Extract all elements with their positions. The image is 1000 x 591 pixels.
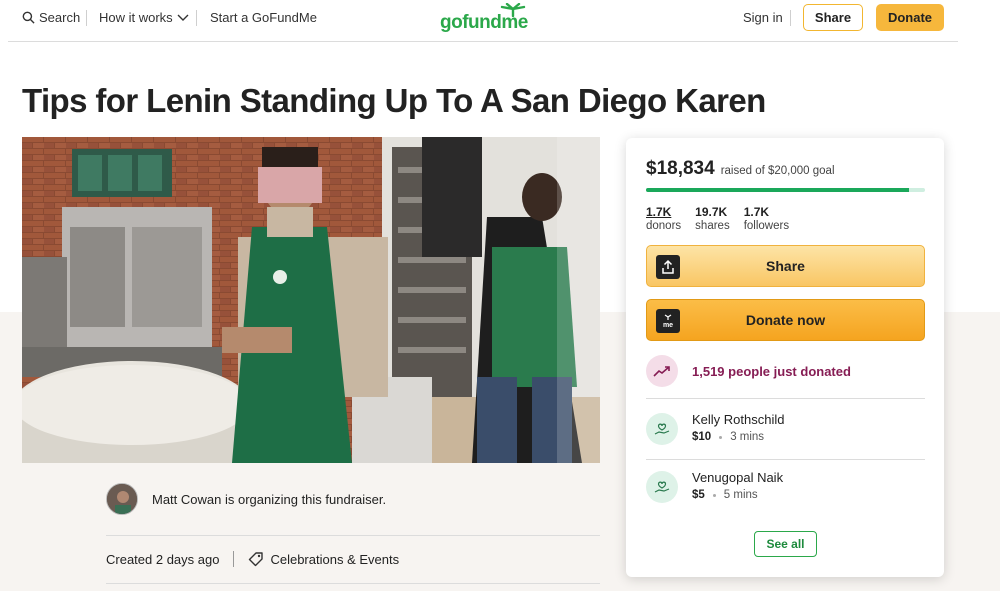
- campaign-meta: Created 2 days ago Celebrations & Events: [106, 551, 399, 567]
- donor-name: Venugopal Naik: [692, 470, 784, 485]
- search-icon: [22, 11, 35, 24]
- donation-card: $18,834 raised of $20,000 goal 1.7K dono…: [626, 138, 944, 577]
- share-button[interactable]: Share: [646, 245, 925, 287]
- donor-heart-hand-icon: [646, 413, 678, 445]
- sign-in-link[interactable]: Sign in: [743, 10, 783, 25]
- donate-icon-text: me: [663, 322, 673, 329]
- how-it-works-menu[interactable]: How it works: [99, 10, 189, 25]
- meta-divider: [233, 551, 235, 567]
- chevron-down-icon: [177, 14, 189, 21]
- donation-amount: $5: [692, 489, 705, 501]
- donation-item: Kelly Rothschild $10 3 mins: [646, 412, 785, 445]
- see-all-label: See all: [766, 537, 805, 551]
- campaign-title: Tips for Lenin Standing Up To A San Dieg…: [22, 82, 766, 119]
- campaign-hero-image[interactable]: [22, 137, 600, 463]
- stat-donors-label: donors: [646, 220, 682, 232]
- top-navigation: Search How it works Start a GoFundMe gof…: [8, 0, 958, 42]
- bullet-dot: [712, 493, 716, 497]
- created-date: Created 2 days ago: [106, 551, 220, 567]
- start-gofundme-link[interactable]: Start a GoFundMe: [210, 10, 317, 25]
- sign-in-label: Sign in: [743, 10, 783, 25]
- nav-divider: [790, 10, 791, 26]
- tag-icon: [249, 552, 264, 567]
- upload-share-icon: [656, 255, 680, 279]
- share-button-label: Share: [766, 258, 805, 274]
- organizer-avatar[interactable]: [106, 483, 138, 515]
- donor-heart-hand-icon: [646, 471, 678, 503]
- donate-now-button[interactable]: me Donate now: [646, 299, 925, 341]
- logo-wordmark: gofundme: [440, 12, 528, 33]
- bullet-dot: [719, 435, 723, 439]
- campaign-stats: 1.7K donors 19.7K shares 1.7K followers: [646, 205, 789, 232]
- progress-bar: [646, 188, 925, 192]
- header-share-label: Share: [814, 10, 852, 25]
- divider: [646, 398, 925, 399]
- trending-up-icon: [646, 355, 678, 387]
- organizer-row: Matt Cowan is organizing this fundraiser…: [106, 483, 386, 515]
- donation-details: $10 3 mins: [692, 431, 785, 443]
- start-gofundme-label: Start a GoFundMe: [210, 10, 317, 25]
- stat-donors-value: 1.7K: [646, 205, 672, 219]
- stat-followers-label: followers: [743, 220, 790, 232]
- stat-shares-label: shares: [695, 220, 730, 232]
- donor-name: Kelly Rothschild: [692, 412, 785, 427]
- organizer-text: Matt Cowan is organizing this fundraiser…: [152, 491, 387, 507]
- see-all-button[interactable]: See all: [754, 531, 817, 557]
- header-donate-label: Donate: [887, 10, 933, 25]
- donation-details: $5 5 mins: [692, 489, 783, 501]
- gofundme-me-icon: me: [656, 309, 680, 333]
- donation-time: 3 mins: [730, 431, 765, 443]
- divider: [106, 583, 600, 584]
- search-link[interactable]: Search: [22, 10, 80, 25]
- raised-summary: $18,834 raised of $20,000 goal: [646, 158, 835, 180]
- donation-time: 5 mins: [723, 489, 758, 501]
- header-donate-button[interactable]: Donate: [876, 4, 944, 31]
- goal-text: raised of $20,000 goal: [720, 165, 835, 177]
- stat-shares-value: 19.7K: [695, 205, 728, 219]
- divider: [106, 535, 600, 536]
- stat-donors[interactable]: 1.7K donors: [646, 205, 681, 232]
- hero-photo-drawing: [22, 137, 600, 463]
- divider: [646, 459, 925, 460]
- donate-now-label: Donate now: [745, 312, 826, 328]
- recent-donations-summary: 1,519 people just donated: [646, 355, 851, 387]
- header-share-button[interactable]: Share: [803, 4, 863, 31]
- nav-divider: [86, 10, 87, 26]
- search-label: Search: [39, 10, 81, 25]
- donation-item: Venugopal Naik $5 5 mins: [646, 470, 783, 503]
- recent-donations-text: 1,519 people just donated: [692, 363, 851, 379]
- progress-fill: [646, 188, 909, 192]
- stat-followers-value: 1.7K: [743, 205, 770, 219]
- stat-followers: 1.7K followers: [744, 205, 789, 232]
- nav-divider: [196, 10, 197, 26]
- raised-amount: $18,834: [646, 158, 715, 179]
- stat-shares: 19.7K shares: [695, 205, 730, 232]
- donation-amount: $10: [692, 431, 712, 443]
- category-link[interactable]: Celebrations & Events: [270, 552, 399, 567]
- gofundme-logo[interactable]: gofundme: [440, 3, 528, 33]
- how-it-works-label: How it works: [99, 10, 173, 25]
